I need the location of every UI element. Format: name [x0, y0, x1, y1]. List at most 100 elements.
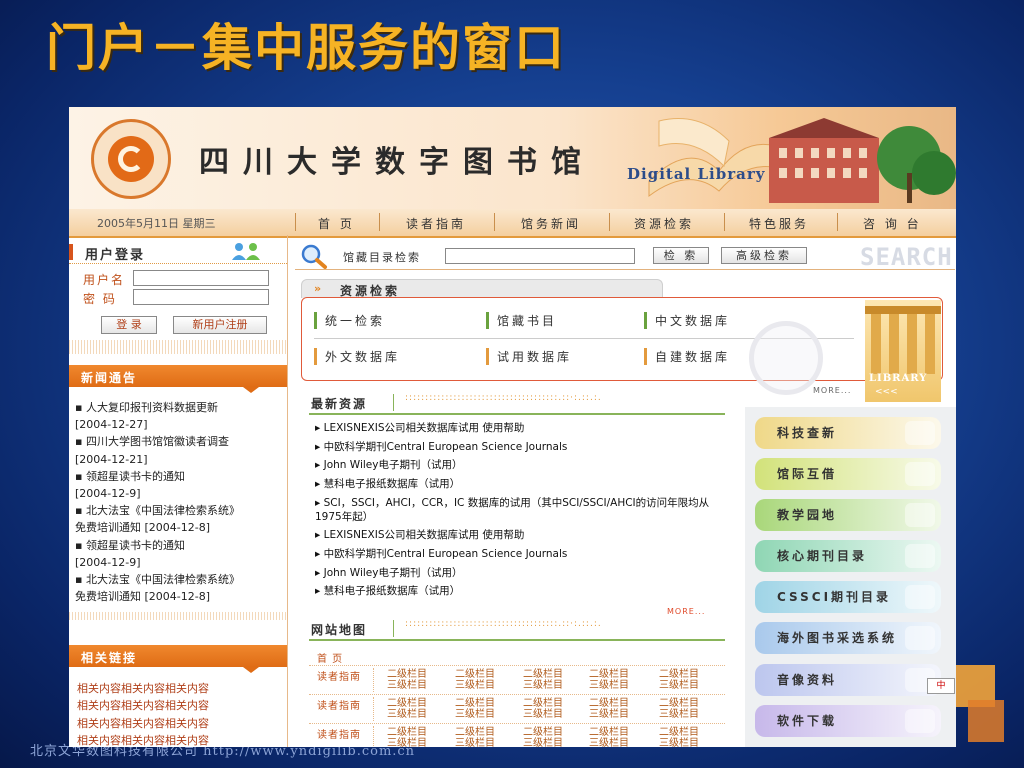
sitemap-cell[interactable]: 二级栏目 三级栏目 — [589, 669, 629, 691]
resource-link[interactable]: ▸ SCI，SSCI，AHCI，CCR，IC 数据库的试用（其中SCI/SSCI… — [315, 493, 731, 526]
service-button[interactable]: 音像资料 — [755, 664, 941, 696]
news-date: 免费培训通知 [2004-12-8] — [75, 521, 211, 535]
sitemap-cell[interactable]: 二级栏目 三级栏目 — [659, 669, 699, 691]
main-nav: 2005年5月11日 星期三 首 页 读者指南 馆务新闻 资源检索 特色服务 咨… — [69, 209, 956, 238]
sitemap-category[interactable]: 读者指南 — [317, 726, 361, 741]
news-item[interactable]: ▪ 北大法宝《中国法律检索系统》 免费培训通知 [2004-12-8] — [75, 571, 283, 605]
service-button[interactable]: 海外图书采选系统 — [755, 622, 941, 654]
nav-reader-guide[interactable]: 读者指南 — [406, 215, 466, 232]
resource-box: 统一检索 馆藏书目 中文数据库 外文数据库 试用数据库 自建数据库 — [301, 297, 943, 381]
news-header: 新闻通告 — [69, 365, 287, 393]
username-field[interactable] — [133, 270, 269, 286]
site-title: 四川大学数字图书馆 — [199, 145, 595, 180]
related-link[interactable]: 相关内容相关内容相关内容 — [77, 732, 283, 747]
dotted-decoration: ::::::::::::::::::::::::::::::::::::::.:… — [405, 393, 602, 403]
sitemap-home-link[interactable]: 首 页 — [317, 650, 343, 665]
news-item[interactable]: ▪ 领超星读书卡的通知 [2004-12-9] — [75, 537, 283, 571]
advanced-search-button[interactable]: 高级检索 — [721, 247, 807, 264]
service-button[interactable]: 科技查新 — [755, 417, 941, 449]
resource-link[interactable]: ▸ LEXISNEXIS公司相关数据库试用 使用帮助 — [315, 419, 731, 438]
resource-foreign-db[interactable]: 外文数据库 — [314, 348, 400, 365]
resource-unified-search[interactable]: 统一检索 — [314, 312, 385, 329]
sitemap-cell[interactable]: 二级栏目 三级栏目 — [455, 669, 495, 691]
resource-link[interactable]: ▸ John Wiley电子期刊（试用） — [315, 456, 731, 475]
resource-link[interactable]: ▸ LEXISNEXIS公司相关数据库试用 使用帮助 — [315, 526, 731, 545]
nav-home[interactable]: 首 页 — [318, 215, 355, 232]
sitemap-cell[interactable]: 二级栏目 三级栏目 — [523, 698, 563, 720]
resource-link[interactable]: ▸ 中欧科学期刊Central European Science Journal… — [315, 438, 731, 457]
login-button[interactable]: 登 录 — [101, 316, 157, 334]
service-button[interactable]: 软件下载 — [755, 705, 941, 737]
new-resources-more-link[interactable]: MORE... — [667, 607, 705, 616]
resource-link[interactable]: ▸ 慧科电子报纸数据库（试用） — [315, 582, 731, 601]
resource-link[interactable]: ▸ 中欧科学期刊Central European Science Journal… — [315, 545, 731, 564]
search-watermark: SEARCH — [860, 243, 953, 271]
nav-special-services[interactable]: 特色服务 — [749, 215, 809, 232]
sitemap-cell[interactable]: 二级栏目 三级栏目 — [659, 727, 699, 747]
service-button[interactable]: CSSCI期刊目录 — [755, 581, 941, 613]
resource-local-db[interactable]: 自建数据库 — [644, 348, 730, 365]
sitemap-cell[interactable]: 二级栏目 三级栏目 — [455, 727, 495, 747]
news-item[interactable]: ▪ 领超星读书卡的通知 [2004-12-9] — [75, 468, 283, 502]
service-button[interactable]: 馆际互借 — [755, 458, 941, 490]
service-label: CSSCI期刊目录 — [777, 590, 892, 604]
resource-trial-db[interactable]: 试用数据库 — [486, 348, 572, 365]
decor-square — [968, 700, 1004, 742]
resource-link-text: LEXISNEXIS公司相关数据库试用 使用帮助 — [323, 529, 525, 542]
sitemap-cell[interactable]: 二级栏目 三级栏目 — [589, 698, 629, 720]
university-logo[interactable] — [91, 119, 171, 199]
related-link[interactable]: 相关内容相关内容相关内容 — [77, 715, 283, 732]
news-item[interactable]: ▪ 北大法宝《中国法律检索系统》 免费培训通知 [2004-12-8] — [75, 502, 283, 536]
level2-link: 二级栏目 — [455, 727, 495, 738]
level3-link: 三级栏目 — [523, 680, 563, 691]
users-icon — [232, 243, 260, 260]
sitemap-cell[interactable]: 二级栏目 三级栏目 — [387, 698, 427, 720]
service-label: 馆际互借 — [777, 467, 838, 481]
nav-divider — [724, 213, 725, 231]
login-title: 用户登录 — [85, 248, 146, 263]
sitemap-cell[interactable]: 二级栏目 三级栏目 — [455, 698, 495, 720]
resource-link[interactable]: ▸ John Wiley电子期刊（试用） — [315, 564, 731, 583]
level3-link: 三级栏目 — [659, 709, 699, 720]
related-link[interactable]: 相关内容相关内容相关内容 — [77, 680, 283, 697]
resource-link-text: 慧科电子报纸数据库（试用） — [323, 477, 461, 490]
sitemap-cell[interactable]: 二级栏目 三级栏目 — [387, 727, 427, 747]
service-icon — [905, 421, 935, 445]
service-button[interactable]: 核心期刊目录 — [755, 540, 941, 572]
password-field[interactable] — [133, 289, 269, 305]
sitemap-cell[interactable]: 二级栏目 三级栏目 — [523, 727, 563, 747]
catalog-search-input[interactable] — [445, 248, 635, 264]
sitemap-cell[interactable]: 二级栏目 三级栏目 — [659, 698, 699, 720]
service-button[interactable]: 教学园地 — [755, 499, 941, 531]
level3-link: 三级栏目 — [523, 738, 563, 747]
nav-resource-search[interactable]: 资源检索 — [634, 215, 694, 232]
news-item[interactable]: ▪ 四川大学图书馆馆徽读者调查 [2004-12-21] — [75, 433, 283, 467]
sitemap-category[interactable]: 读者指南 — [317, 668, 361, 683]
resource-chinese-db[interactable]: 中文数据库 — [644, 312, 730, 329]
logo-emblem — [108, 136, 154, 182]
input-method-icon[interactable]: 中 — [927, 678, 955, 694]
level3-link: 三级栏目 — [455, 709, 495, 720]
level2-link: 二级栏目 — [387, 727, 427, 738]
level3-link: 三级栏目 — [387, 709, 427, 720]
news-date: 免费培训通知 [2004-12-8] — [75, 590, 211, 604]
sitemap-category[interactable]: 读者指南 — [317, 697, 361, 712]
resource-link[interactable]: ▸ 慧科电子报纸数据库（试用） — [315, 475, 731, 494]
sitemap-row: 读者指南 二级栏目 三级栏目 二级栏目 三级栏目 二级栏目 三级栏目 二级栏目 三级栏目… — [309, 724, 725, 747]
nav-library-news[interactable]: 馆务新闻 — [521, 215, 581, 232]
search-button[interactable]: 检 索 — [653, 247, 709, 264]
level2-link: 二级栏目 — [523, 669, 563, 680]
resources-more-link[interactable]: MORE... — [813, 386, 851, 395]
nav-help-desk[interactable]: 咨 询 台 — [863, 215, 922, 232]
header-divider — [393, 620, 394, 637]
username-label: 用户名 — [83, 273, 126, 287]
sitemap-cell[interactable]: 二级栏目 三级栏目 — [523, 669, 563, 691]
resource-link-text: 慧科电子报纸数据库（试用） — [323, 585, 461, 598]
sitemap-cell[interactable]: 二级栏目 三级栏目 — [589, 727, 629, 747]
resource-catalog[interactable]: 馆藏书目 — [486, 312, 557, 329]
register-button[interactable]: 新用户注册 — [173, 316, 267, 334]
sitemap-cell[interactable]: 二级栏目 三级栏目 — [387, 669, 427, 691]
related-link[interactable]: 相关内容相关内容相关内容 — [77, 697, 283, 714]
level2-link: 二级栏目 — [589, 698, 629, 709]
news-item[interactable]: ▪ 人大复印报刊资料数据更新 [2004-12-27] — [75, 399, 283, 433]
